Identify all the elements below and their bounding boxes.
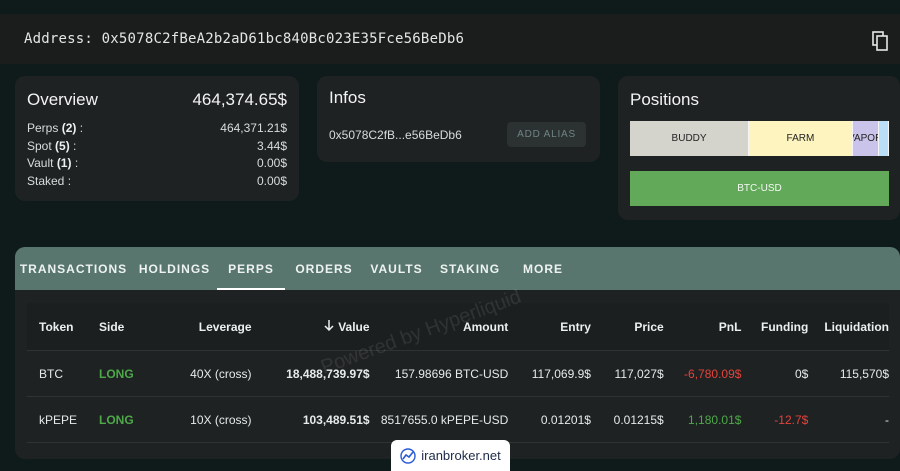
tab-transactions[interactable]: TRANSACTIONS (15, 247, 132, 290)
cell-liquidation: - (885, 412, 889, 427)
tab-more[interactable]: MORE (510, 247, 576, 290)
cell-liquidation: 115,570$ (839, 366, 889, 381)
cell-value: 18,488,739.97$ (286, 366, 370, 381)
table-header-row: Token Side Leverage Value Amount Entry P… (27, 303, 889, 351)
site-badge[interactable]: iranbroker.net (391, 440, 510, 471)
infos-card: Infos 0x5078C2fB...e56BeDb6 ADD ALIAS (317, 76, 600, 162)
perps-table: Token Side Leverage Value Amount Entry P… (27, 303, 889, 443)
header-side[interactable]: Side (99, 320, 168, 334)
header-entry[interactable]: Entry (508, 320, 591, 334)
badge-text: iranbroker.net (421, 448, 501, 463)
infos-title: Infos (329, 88, 366, 107)
cell-side: LONG (99, 366, 134, 381)
header-value[interactable]: Value (252, 319, 370, 334)
positions-bar: BUDDYFARMVAPOR (630, 121, 889, 156)
position-segment-buddy[interactable]: BUDDY (630, 121, 750, 156)
position-segment-other[interactable] (878, 121, 889, 156)
cell-amount: 157.98696 BTC-USD (394, 366, 509, 381)
positions-btc-bar[interactable]: BTC-USD (630, 171, 889, 206)
cell-entry: 0.01201$ (540, 412, 591, 427)
tab-holdings[interactable]: HOLDINGS (132, 247, 217, 290)
perps-panel: TRANSACTIONS HOLDINGS PERPS ORDERS VAULT… (15, 247, 900, 459)
tab-perps[interactable]: PERPS (217, 247, 285, 290)
positions-card: Positions BUDDYFARMVAPOR BTC-USD (618, 76, 900, 220)
overview-row-vault: Vault (1) : 0.00$ (27, 156, 287, 170)
cell-price: 117,027$ (614, 366, 664, 381)
address-bar: Address: 0x5078C2fBeA2b2aD61bc840Bc023E3… (0, 14, 900, 64)
overview-row-spot: Spot (5) : 3.44$ (27, 138, 287, 153)
cell-price: 0.01215$ (613, 412, 664, 427)
overview-row-perps: Perps (2) : 464,371.21$ (27, 121, 287, 135)
header-price[interactable]: Price (591, 320, 663, 334)
position-segment-vapor[interactable]: VAPOR (852, 121, 879, 156)
tab-staking[interactable]: STAKING (430, 247, 510, 290)
infos-short-address: 0x5078C2fB...e56BeDb6 (329, 127, 462, 142)
tab-bar: TRANSACTIONS HOLDINGS PERPS ORDERS VAULT… (15, 247, 900, 290)
cell-value: 103,489.51$ (302, 412, 370, 427)
table-row[interactable]: BTC LONG 40X (cross) 18,488,739.97$ 157.… (27, 351, 889, 397)
address-text: Address: 0x5078C2fBeA2b2aD61bc840Bc023E3… (24, 31, 465, 47)
cell-leverage: 10X (cross) (190, 412, 252, 427)
cell-amount: 8517655.0 kPEPE-USD (380, 412, 509, 427)
cell-pnl: 1,180.01$ (688, 412, 742, 427)
header-leverage[interactable]: Leverage (168, 320, 252, 334)
position-segment-farm[interactable]: FARM (749, 121, 853, 156)
add-alias-button[interactable]: ADD ALIAS (507, 122, 586, 147)
cell-funding: 0$ (794, 366, 809, 381)
header-amount[interactable]: Amount (370, 320, 508, 334)
tab-orders[interactable]: ORDERS (285, 247, 363, 290)
positions-title: Positions (630, 90, 699, 109)
overview-row-staked: Staked : 0.00$ (27, 173, 287, 188)
overview-card: Overview 464,374.65$ Perps (2) : 464,371… (15, 76, 299, 201)
cell-funding: -12.7$ (774, 412, 809, 427)
table-row[interactable]: kPEPE LONG 10X (cross) 103,489.51$ 85176… (27, 397, 889, 443)
copy-icon[interactable] (872, 31, 888, 51)
header-pnl[interactable]: PnL (664, 320, 742, 334)
header-funding[interactable]: Funding (741, 320, 808, 334)
chart-logo-icon (400, 447, 416, 464)
cell-token: BTC (39, 366, 63, 381)
arrow-down-icon (324, 319, 334, 331)
cell-side: LONG (99, 412, 134, 427)
header-token[interactable]: Token (27, 320, 99, 334)
cell-entry: 117,069.9$ (531, 366, 591, 381)
header-liquidation[interactable]: Liquidation (808, 320, 889, 334)
cell-pnl: -6,780.09$ (684, 366, 742, 381)
tab-vaults[interactable]: VAULTS (363, 247, 430, 290)
overview-total: 464,374.65$ (192, 90, 287, 109)
cell-token: kPEPE (39, 412, 78, 427)
cell-leverage: 40X (cross) (190, 366, 252, 381)
overview-title: Overview (27, 90, 98, 109)
